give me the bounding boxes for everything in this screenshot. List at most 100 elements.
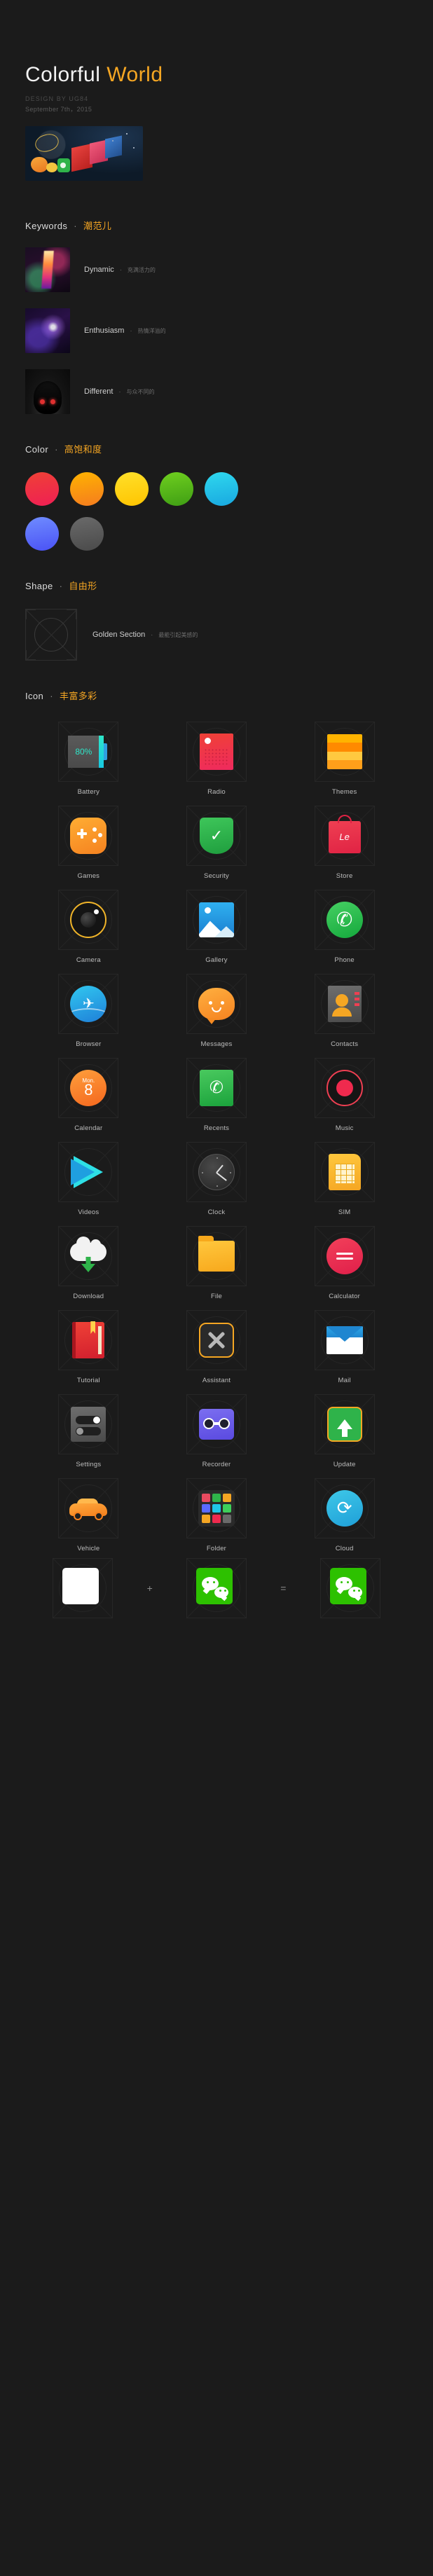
icon-cell-browser[interactable]: Browser: [25, 968, 152, 1051]
battery-body: 80%: [68, 735, 99, 768]
icon-guide-frame: [186, 1393, 247, 1454]
icon-cell-file[interactable]: File: [153, 1220, 280, 1303]
icon-guide-frame: [58, 1478, 119, 1538]
list-item: Dynamic · 充满活力的: [25, 247, 408, 292]
icon-cell-phone[interactable]: Phone: [281, 884, 408, 967]
keyword-separator: ·: [118, 387, 121, 395]
icon-cell-vehicle[interactable]: Vehicle: [25, 1473, 152, 1555]
icon-guide-frame: [314, 1141, 375, 1202]
poster-root: Colorful World DESIGN BY UG84 September …: [0, 0, 433, 2576]
icon-cell-calculator[interactable]: Calculator: [281, 1220, 408, 1303]
shield-check-icon: [196, 815, 237, 856]
formula-operand-wechat[interactable]: [159, 1557, 275, 1618]
videos-play-icon: [68, 1152, 109, 1192]
formula-operand-blank[interactable]: [25, 1557, 141, 1618]
list-item: Enthusiasm · 热情洋溢的: [25, 308, 408, 353]
icon-cell-themes[interactable]: Themes: [281, 716, 408, 799]
icon-guide-frame: [58, 1141, 119, 1202]
corner-guide-icon: [26, 609, 36, 619]
heading-separator: ·: [59, 580, 63, 591]
icon-cell-cloud[interactable]: Cloud: [281, 1473, 408, 1555]
icon-cell-store[interactable]: Le Store: [281, 800, 408, 883]
keyword-label: Different · 与众不同的: [84, 387, 155, 396]
color-swatch-yellow[interactable]: [115, 471, 149, 506]
icon-cell-camera[interactable]: Camera: [25, 884, 152, 967]
icon-guide-frame: [186, 805, 247, 866]
icon-label: Cloud: [335, 1544, 354, 1552]
golden-section-diagram: [25, 608, 77, 661]
icon-cell-contacts[interactable]: Contacts: [281, 968, 408, 1051]
icon-label: Browser: [76, 1040, 102, 1048]
section-heading-shape: Shape · 自由形: [25, 579, 408, 592]
icon-cell-mail[interactable]: Mail: [281, 1304, 408, 1387]
icon-cell-messages[interactable]: Messages: [153, 968, 280, 1051]
icon-label: Gallery: [205, 956, 228, 964]
icon-cell-gallery[interactable]: Gallery: [153, 884, 280, 967]
icon-guide-frame: Mon. 8: [58, 1057, 119, 1118]
publish-date: September 7th，2015: [25, 105, 92, 113]
icon-cell-tutorial[interactable]: Tutorial: [25, 1304, 152, 1387]
icon-guide-frame: [314, 889, 375, 950]
icon-cell-folder[interactable]: Folder: [153, 1473, 280, 1555]
icon-cell-clock[interactable]: Clock: [153, 1136, 280, 1219]
icon-cell-games[interactable]: Games: [25, 800, 152, 883]
icon-label: Messages: [200, 1040, 233, 1048]
icon-label: Tutorial: [76, 1376, 100, 1384]
icon-label: Themes: [331, 787, 357, 796]
color-swatch-cyan[interactable]: [205, 471, 238, 506]
golden-section-label: Golden Section · 最能引起美感的: [92, 631, 198, 639]
corner-guide-icon: [26, 649, 36, 660]
icon-cell-recents[interactable]: Recents: [153, 1052, 280, 1135]
icon-guide-frame: [186, 1141, 247, 1202]
update-arrow-up-icon: [324, 1404, 365, 1445]
heading-cn: 丰富多彩: [59, 690, 97, 701]
color-swatch-blue[interactable]: [25, 516, 59, 551]
calendar-date: 8: [84, 1081, 93, 1099]
radio-speaker-mesh: [203, 748, 229, 766]
mail-envelope-icon: [324, 1320, 365, 1361]
camera-icon: [68, 900, 109, 940]
icon-cell-radio[interactable]: Radio: [153, 716, 280, 799]
clock-icon: [196, 1152, 237, 1192]
icon-cell-battery[interactable]: 80% Battery: [25, 716, 152, 799]
music-icon: [324, 1068, 365, 1108]
icon-cell-sim[interactable]: SIM: [281, 1136, 408, 1219]
keyword-separator: ·: [130, 326, 132, 334]
cloud-sync-icon: [324, 1488, 365, 1529]
color-swatch-gray[interactable]: [70, 516, 104, 551]
icon-cell-settings[interactable]: Settings: [25, 1389, 152, 1471]
icon-cell-music[interactable]: Music: [281, 1052, 408, 1135]
icon-cell-download[interactable]: Download: [25, 1220, 152, 1303]
icon-cell-security[interactable]: Security: [153, 800, 280, 883]
color-swatch-red[interactable]: [25, 471, 59, 506]
icon-label: Contacts: [331, 1040, 359, 1048]
icon-label: Videos: [78, 1208, 99, 1216]
battery-cap: [104, 743, 108, 760]
heading-cn: 自由形: [69, 580, 97, 591]
book-icon: [68, 1320, 109, 1361]
icon-cell-update[interactable]: Update: [281, 1389, 408, 1471]
store-bag-icon: Le: [324, 814, 365, 856]
phone-icon: [324, 900, 365, 940]
color-swatch-orange[interactable]: [70, 471, 104, 506]
heading-cn: 潮范儿: [83, 220, 112, 231]
keyword-en: Dynamic: [84, 265, 114, 274]
page-title: Colorful World: [25, 0, 408, 85]
icon-cell-recorder[interactable]: Recorder: [153, 1389, 280, 1471]
blank-white-icon: [62, 1567, 103, 1609]
icon-guide-frame: [186, 1478, 247, 1538]
icon-guide-frame: [314, 1225, 375, 1286]
settings-toggles-icon: [68, 1404, 109, 1445]
icon-guide-frame: [314, 1057, 375, 1118]
icon-guide-frame: [53, 1557, 114, 1618]
formula-result-wechat[interactable]: [292, 1557, 408, 1618]
radio-icon: [196, 731, 237, 772]
corner-guide-icon: [67, 609, 76, 619]
icon-cell-videos[interactable]: Videos: [25, 1136, 152, 1219]
color-swatch-green[interactable]: [160, 471, 193, 506]
keywords-section: Keywords · 潮范儿 Dynamic · 充满活力的 Enthusias…: [25, 219, 408, 414]
heading-separator: ·: [50, 690, 53, 701]
hero-star-icon: [133, 146, 135, 149]
icon-cell-assistant[interactable]: Assistant: [153, 1304, 280, 1387]
icon-cell-calendar[interactable]: Mon. 8 Calendar: [25, 1052, 152, 1135]
